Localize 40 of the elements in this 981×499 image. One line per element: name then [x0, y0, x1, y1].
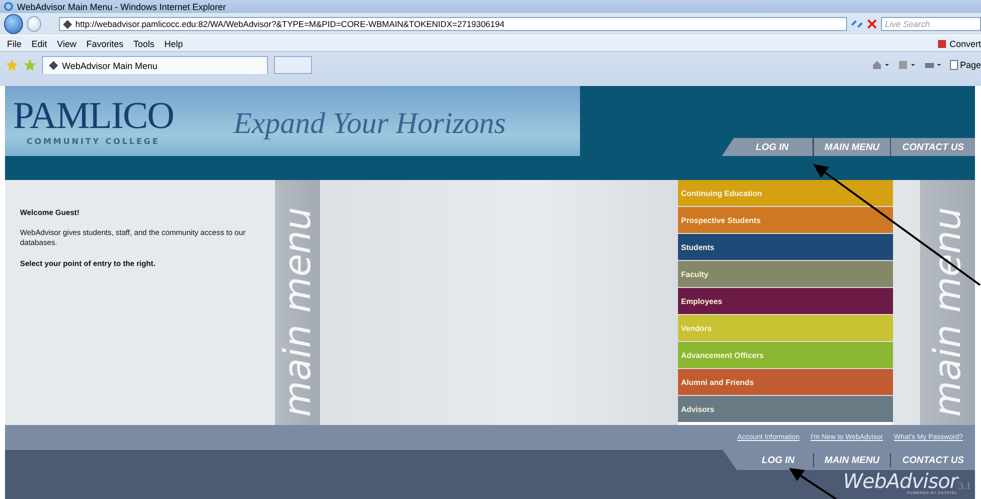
window-title: WebAdvisor Main Menu - Windows Internet Explorer: [17, 2, 226, 12]
browser-tab[interactable]: WebAdvisor Main Menu: [42, 56, 268, 74]
menu-item[interactable]: Favorites: [86, 38, 124, 48]
convert-button[interactable]: Convert: [937, 38, 981, 48]
search-field[interactable]: Live Search: [881, 17, 981, 31]
home-icon[interactable]: [872, 60, 890, 70]
nav-tab[interactable]: MAIN MENU: [812, 453, 890, 467]
tagline: Expand Your Horizons: [234, 107, 506, 141]
vertical-title: main menu: [278, 207, 318, 417]
product-logo: WebAdvisor: [843, 471, 958, 491]
nav-tab[interactable]: MAIN MENU: [812, 138, 890, 156]
add-favorite-icon[interactable]: [24, 59, 36, 71]
logo-subtitle: COMMUNITY COLLEGE: [26, 136, 160, 146]
page-icon: [63, 20, 72, 28]
back-button[interactable]: [4, 14, 23, 34]
arrow: [789, 468, 837, 499]
nav-tab[interactable]: CONTACT US: [890, 453, 975, 467]
new-tab-button[interactable]: [274, 56, 312, 74]
address-field[interactable]: http://webadvisor.pamlicocc.edu:82/WA/WebAdvisor?&TYPE=M&PID=CORE-WBMAIN&TOKENIDX=2719306194: [59, 17, 847, 31]
vertical-title: main menu: [928, 207, 968, 417]
document-icon: [950, 60, 958, 70]
star-icon[interactable]: [6, 59, 18, 71]
feeds-icon[interactable]: [898, 60, 916, 70]
menu-item[interactable]: Edit: [32, 38, 48, 48]
stop-icon[interactable]: [867, 19, 877, 29]
forward-button[interactable]: [26, 16, 42, 32]
convert-icon: [937, 38, 948, 48]
nav-tab[interactable]: LOG IN: [722, 138, 813, 156]
page-menu[interactable]: Page: [950, 60, 981, 70]
menu-item[interactable]: File: [7, 38, 22, 48]
browser-logo-icon: [4, 2, 13, 11]
college-logo: PAMLICO: [13, 96, 174, 134]
menu-item[interactable]: Tools: [133, 38, 154, 48]
version-number: 3.1: [958, 481, 971, 492]
nav-tab[interactable]: CONTACT US: [890, 138, 975, 156]
menu-item[interactable]: View: [57, 38, 76, 48]
page-icon: [49, 61, 58, 70]
nav-tab[interactable]: LOG IN: [750, 453, 813, 467]
print-icon[interactable]: [924, 60, 942, 70]
menu-item[interactable]: Help: [164, 38, 183, 48]
